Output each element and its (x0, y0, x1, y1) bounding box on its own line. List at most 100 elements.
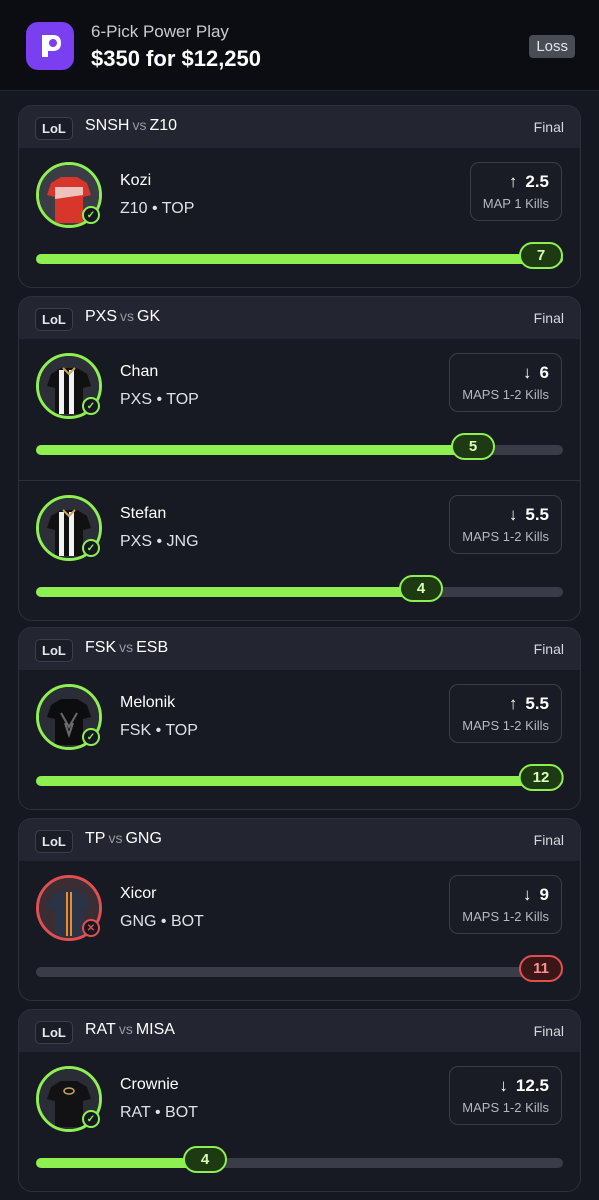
player-name: Stefan (120, 505, 167, 522)
arrow-down-icon: ↓ (499, 1076, 508, 1095)
check-icon: ✓ (82, 206, 100, 224)
slip-type: 6-Pick Power Play (91, 22, 229, 41)
matchup: RAT vs MISA (85, 1021, 175, 1039)
player-team-position: FSK • TOP (120, 722, 198, 739)
pick-row[interactable]: ✓ Chan PXS • TOP ↓ 6 MAPS 1-2 Kills 5 (19, 339, 580, 480)
pick-row[interactable]: ✓ Crownie RAT • BOT ↓ 12.5 MAPS 1-2 Kills 4 (19, 1052, 580, 1191)
player-name: Chan (120, 363, 159, 380)
arrow-up-icon: ↑ (508, 694, 518, 713)
match-header: LoL PXS vs GK Final (19, 297, 580, 339)
projection-box: ↑ 5.5 MAPS 1-2 Kills (449, 684, 562, 743)
pick-row[interactable]: ✕ Xicor GNG • BOT ↓ 9 MAPS 1-2 Kills 11 (19, 861, 580, 1000)
arrow-down-icon: ↓ (523, 363, 532, 382)
player-team-position: PXS • TOP (120, 391, 199, 408)
progress-fill (36, 776, 563, 786)
projection-box: ↓ 6 MAPS 1-2 Kills (449, 353, 562, 412)
logo-p-icon (42, 35, 61, 57)
player-name: Melonik (120, 694, 176, 711)
stat-type: MAPS 1-2 Kills (462, 529, 549, 544)
match-status: Final (533, 832, 564, 848)
match-card[interactable]: LoL RAT vs MISA Final ✓ Crownie RAT • BOT ↓ 12.5 M… (18, 1009, 581, 1192)
player-team-position: Z10 • TOP (120, 200, 195, 217)
check-icon: ✓ (82, 397, 100, 415)
progress-fill (36, 1158, 205, 1168)
vs-label: vs (118, 1021, 133, 1037)
team-a: SNSH (85, 117, 130, 134)
slip-payout: $350 for $12,250 (91, 46, 262, 71)
pick-row[interactable]: ✓ Kozi Z10 • TOP ↑ 2.5 MAP 1 Kills 7 (19, 148, 580, 287)
actual-value-badge: 7 (519, 242, 563, 269)
arrow-down-icon: ↓ (508, 505, 518, 524)
pick-row[interactable]: ✓ Stefan PXS • JNG ↓ 5.5 MAPS 1-2 Kills 4 (19, 480, 580, 620)
pick-row[interactable]: ✓ Melonik FSK • TOP ↑ 5.5 MAPS 1-2 Kills 12 (19, 670, 580, 809)
game-tag: LoL (35, 639, 73, 662)
team-b: GK (137, 308, 161, 325)
stat-type: MAP 1 Kills (482, 196, 549, 211)
stat-type: MAPS 1-2 Kills (462, 387, 549, 402)
projection-line: 9 (539, 885, 549, 904)
slip-header: 6-Pick Power Play $350 for $12,250 Loss (0, 0, 599, 91)
match-status: Final (533, 310, 564, 326)
projection-line: 2.5 (525, 172, 549, 191)
match-status: Final (533, 641, 564, 657)
match-card[interactable]: LoL PXS vs GK Final ✓ Chan PXS • TOP ↓ 6 MAPS 1-2 … (18, 296, 581, 621)
projection-line: 12.5 (515, 1076, 549, 1095)
progress-track: 12 (36, 764, 564, 791)
team-b: GNG (125, 830, 162, 847)
progress-track: 4 (36, 1146, 563, 1173)
projection-box: ↓ 12.5 MAPS 1-2 Kills (449, 1066, 562, 1125)
match-status: Final (533, 119, 564, 135)
actual-value-badge: 4 (399, 575, 443, 602)
match-card[interactable]: LoL SNSH vs Z10 Final ✓ Kozi Z10 • TOP ↑ 2.5 MAP 1… (18, 105, 581, 288)
result-badge: Loss (529, 35, 575, 58)
actual-value-badge: 12 (518, 764, 564, 791)
projection-box: ↓ 9 MAPS 1-2 Kills (449, 875, 562, 934)
matchup: SNSH vs Z10 (85, 117, 177, 135)
matchup: FSK vs ESB (85, 639, 168, 657)
vs-label: vs (120, 308, 135, 324)
progress-track: 7 (36, 242, 563, 269)
game-tag: LoL (35, 1021, 73, 1044)
player-team-position: RAT • BOT (120, 1104, 198, 1121)
progress-fill (36, 445, 473, 455)
arrow-down-icon: ↓ (523, 885, 532, 904)
team-b: Z10 (149, 117, 178, 134)
projection-box: ↑ 2.5 MAP 1 Kills (469, 162, 562, 221)
projection-box: ↓ 5.5 MAPS 1-2 Kills (449, 495, 562, 554)
team-b: MISA (135, 1021, 175, 1038)
vs-label: vs (132, 117, 147, 133)
team-a: FSK (85, 639, 117, 656)
team-a: RAT (85, 1021, 116, 1038)
match-card[interactable]: LoL FSK vs ESB Final ✓ Melonik FSK • TOP ↑ 5.5 MAP… (18, 627, 581, 810)
stat-type: MAPS 1-2 Kills (462, 1100, 549, 1115)
stat-type: MAPS 1-2 Kills (462, 718, 549, 733)
player-team-position: PXS • JNG (120, 533, 199, 550)
progress-track: 4 (36, 575, 563, 602)
match-header: LoL FSK vs ESB Final (19, 628, 580, 670)
vs-label: vs (119, 639, 134, 655)
check-icon: ✓ (82, 539, 100, 557)
game-tag: LoL (35, 117, 73, 140)
match-header: LoL RAT vs MISA Final (19, 1010, 580, 1052)
projection-line: 5.5 (525, 694, 549, 713)
match-status: Final (533, 1023, 564, 1039)
player-name: Xicor (120, 885, 157, 902)
progress-track: 5 (36, 433, 563, 460)
vs-label: vs (108, 830, 123, 846)
projection-line: 6 (539, 363, 549, 382)
stat-type: MAPS 1-2 Kills (462, 909, 549, 924)
player-name: Kozi (120, 172, 152, 189)
progress-track: 11 (36, 955, 563, 982)
game-tag: LoL (35, 308, 73, 331)
check-icon: ✓ (82, 728, 100, 746)
team-a: PXS (85, 308, 118, 325)
match-header: LoL TP vs GNG Final (19, 819, 580, 861)
game-tag: LoL (35, 830, 73, 853)
actual-value-badge: 4 (183, 1146, 227, 1173)
progress-fill (36, 587, 421, 597)
match-card[interactable]: LoL TP vs GNG Final ✕ Xicor GNG • BOT ↓ 9 MAPS 1-2… (18, 818, 581, 1001)
prizepicks-logo (26, 22, 74, 70)
team-a: TP (85, 830, 106, 847)
team-b: ESB (136, 639, 169, 656)
actual-value-badge: 5 (451, 433, 495, 460)
